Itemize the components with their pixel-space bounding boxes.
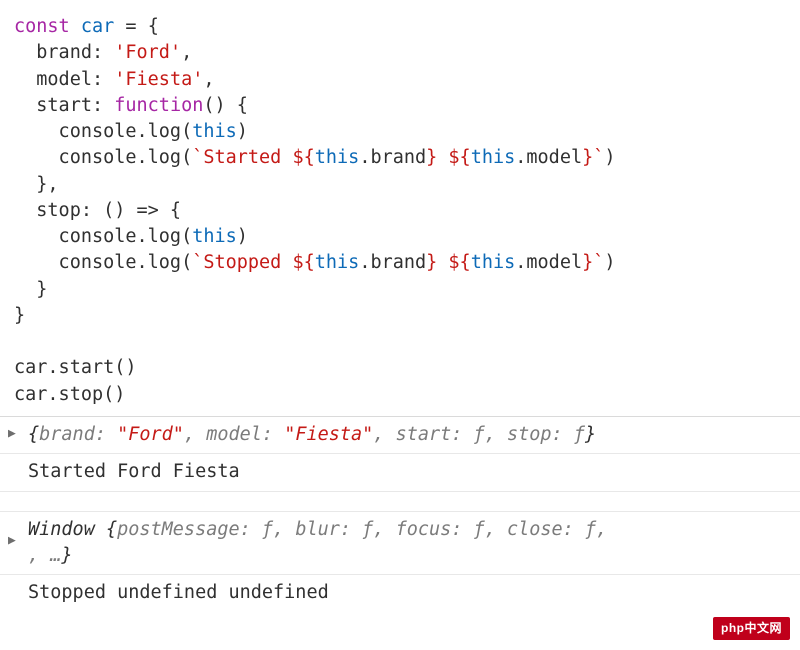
console-log: console.log( [14,147,192,168]
colon: : [81,200,103,221]
template-space [437,147,448,168]
interp-open: ${ [292,252,314,273]
string-fiesta: 'Fiesta' [114,69,203,90]
console-output: ▶ {brand: "Ford", model: "Fiesta", start… [0,416,800,611]
brace-close: } [14,305,25,326]
backtick: ` [593,252,604,273]
template-text: Stopped [203,252,292,273]
console-log: console.log( [14,226,192,247]
keyword-const: const [14,16,70,37]
keyword-this: this [471,147,516,168]
interp-close: } [582,147,593,168]
prop-start: start [14,95,92,116]
keyword-this: this [471,252,516,273]
expand-triangle-icon[interactable]: ▶ [8,532,16,550]
interp-open: ${ [448,147,470,168]
log-text: Stopped undefined undefined [28,582,329,603]
call-stop: car.stop() [14,384,125,405]
code-snippet: const car = { brand: 'Ford', model: 'Fie… [0,0,800,416]
backtick: ` [593,147,604,168]
keyword-this: this [192,226,237,247]
arrow-fn: () => { [103,200,181,221]
prop-access: .model [515,147,582,168]
parens: () { [203,95,248,116]
close-paren: ) [237,226,248,247]
backtick: ` [192,252,203,273]
backtick: ` [192,147,203,168]
object-preview: Window {postMessage: ƒ, blur: ƒ, focus: … [28,519,607,566]
object-preview: {brand: "Ford", model: "Fiesta", start: … [28,424,596,445]
console-row-window[interactable]: ▶ Window {postMessage: ƒ, blur: ƒ, focus… [0,512,800,576]
identifier-car: car [81,16,114,37]
brace-close: } [14,174,47,195]
interp-close: } [426,147,437,168]
console-row-object[interactable]: ▶ {brand: "Ford", model: "Fiesta", start… [0,417,800,454]
prop-model: model [14,69,92,90]
call-start: car.start() [14,357,137,378]
prop-access: .brand [359,252,426,273]
comma: , [181,42,192,63]
console-row-log: Started Ford Fiesta [0,454,800,491]
console-log: console.log( [14,252,192,273]
prop-brand: brand [14,42,92,63]
console-row-log: Stopped undefined undefined [0,575,800,611]
comma: , [47,174,58,195]
brace-close: } [14,279,47,300]
prop-access: .brand [359,147,426,168]
console-row-blank [0,492,800,512]
close-paren: ) [604,147,615,168]
keyword-this: this [315,252,360,273]
keyword-function: function [114,95,203,116]
comma: , [203,69,214,90]
string-ford: 'Ford' [114,42,181,63]
interp-open: ${ [448,252,470,273]
prop-access: .model [515,252,582,273]
interp-close: } [582,252,593,273]
watermark-logo: php中文网 [713,617,790,640]
prop-stop: stop [14,200,81,221]
equals: = [114,16,147,37]
close-paren: ) [237,121,248,142]
close-paren: ) [604,252,615,273]
interp-open: ${ [292,147,314,168]
log-text: Started Ford Fiesta [28,461,240,482]
brace-open: { [148,16,159,37]
template-space [437,252,448,273]
colon: : [92,69,114,90]
interp-close: } [426,252,437,273]
expand-triangle-icon[interactable]: ▶ [8,425,16,443]
console-log: console.log( [14,121,192,142]
keyword-this: this [192,121,237,142]
keyword-this: this [315,147,360,168]
template-text: Started [203,147,292,168]
colon: : [92,42,114,63]
colon: : [92,95,114,116]
